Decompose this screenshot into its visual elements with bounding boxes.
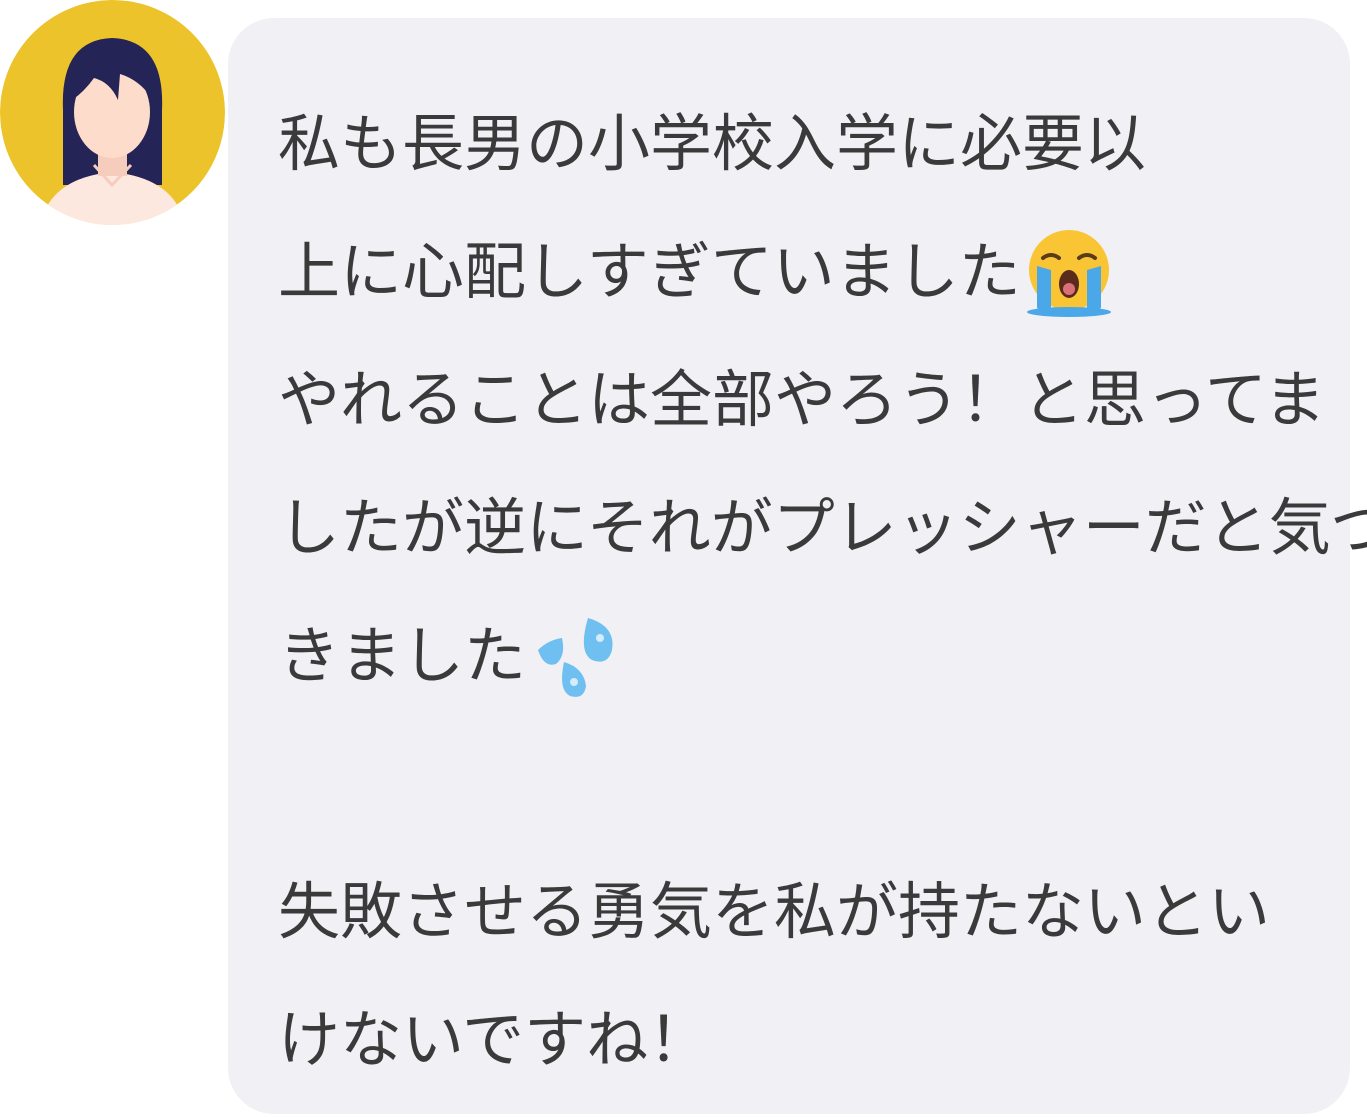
message-line: したが逆にそれがプレッシャーだと気づ bbox=[278, 491, 1367, 564]
woman-avatar-icon bbox=[0, 0, 225, 225]
message-line: 失敗させる勇気を私が持たないとい bbox=[278, 875, 1271, 948]
loudly-crying-face-emoji bbox=[1023, 226, 1115, 318]
message-line: きました bbox=[278, 592, 1310, 720]
sweat-droplets-emoji bbox=[528, 610, 620, 702]
chat-message: 私も長男の小学校入学に必要以 上に心配しすぎていました やれることは全部やろう！… bbox=[0, 0, 1367, 1117]
message-line: やれることは全部やろう！と思ってま bbox=[278, 363, 1326, 436]
message-line: けないですね！ bbox=[278, 1003, 711, 1076]
message-bubble: 私も長男の小学校入学に必要以 上に心配しすぎていました やれることは全部やろう！… bbox=[228, 18, 1367, 1114]
message-line: 上に心配しすぎていました bbox=[278, 208, 1310, 336]
message-line: 私も長男の小学校入学に必要以 bbox=[278, 107, 1147, 180]
avatar[interactable] bbox=[0, 0, 225, 225]
